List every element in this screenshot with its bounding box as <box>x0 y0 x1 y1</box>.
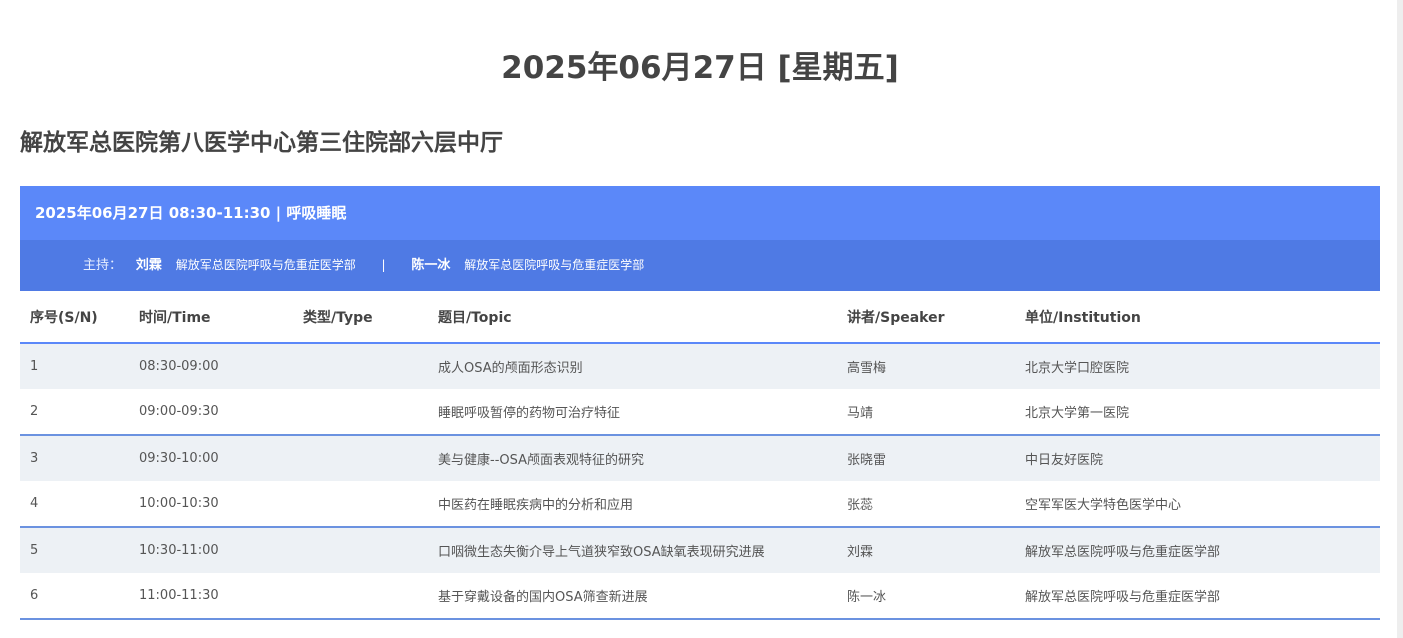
cell-time: 10:30-11:00 <box>129 527 293 573</box>
cell-topic: 美与健康--OSA颅面表观特征的研究 <box>428 435 837 481</box>
cell-speaker: 刘霖 <box>837 527 1015 573</box>
cell-institution: 解放军总医院呼吸与危重症医学部 <box>1015 527 1380 573</box>
host-institution: 解放军总医院呼吸与危重症医学部 <box>464 258 645 272</box>
table-row: 1 08:30-09:00 成人OSA的颅面形态识别 高雪梅 北京大学口腔医院 <box>20 343 1380 389</box>
cell-speaker: 张蕊 <box>837 481 1015 528</box>
cell-time: 10:00-10:30 <box>129 481 293 528</box>
page-scrollbar[interactable] <box>1397 0 1403 638</box>
cell-time: 08:30-09:00 <box>129 343 293 389</box>
cell-speaker: 张晓雷 <box>837 435 1015 481</box>
column-header-time: 时间/Time <box>129 291 293 344</box>
column-header-speaker: 讲者/Speaker <box>837 291 1015 344</box>
agenda-table: 序号(S/N) 时间/Time 类型/Type 题目/Topic 讲者/Spea… <box>20 291 1380 620</box>
cell-topic: 睡眠呼吸暂停的药物可治疗特征 <box>428 389 837 436</box>
cell-institution: 解放军总医院呼吸与危重症医学部 <box>1015 573 1380 620</box>
cell-topic: 口咽微生态失衡介导上气道狭窄致OSA缺氧表现研究进展 <box>428 527 837 573</box>
cell-sn: 4 <box>20 481 129 528</box>
cell-institution: 中日友好医院 <box>1015 435 1380 481</box>
cell-sn: 6 <box>20 573 129 620</box>
cell-topic: 成人OSA的颅面形态识别 <box>428 343 837 389</box>
cell-type <box>293 573 428 620</box>
table-row: 4 10:00-10:30 中医药在睡眠疾病中的分析和应用 张蕊 空军军医大学特… <box>20 481 1380 528</box>
column-header-institution: 单位/Institution <box>1015 291 1380 344</box>
cell-speaker: 高雪梅 <box>837 343 1015 389</box>
table-row: 6 11:00-11:30 基于穿戴设备的国内OSA筛查新进展 陈一冰 解放军总… <box>20 573 1380 620</box>
cell-institution: 空军军医大学特色医学中心 <box>1015 481 1380 528</box>
cell-institution: 北京大学口腔医院 <box>1015 343 1380 389</box>
host-separator: | <box>381 258 386 272</box>
cell-type <box>293 389 428 436</box>
column-header-topic: 题目/Topic <box>428 291 837 344</box>
host-name: 陈一冰 <box>411 258 451 273</box>
session-hosts: 主持： 刘霖 解放军总医院呼吸与危重症医学部 | 陈一冰 解放军总医院呼吸与危重… <box>20 240 1380 291</box>
column-header-sn: 序号(S/N) <box>20 291 129 344</box>
cell-sn: 2 <box>20 389 129 436</box>
cell-speaker: 陈一冰 <box>837 573 1015 620</box>
host-name: 刘霖 <box>135 258 162 273</box>
cell-topic: 基于穿戴设备的国内OSA筛查新进展 <box>428 573 837 620</box>
cell-time: 09:30-10:00 <box>129 435 293 481</box>
date-title: 2025年06月27日 [星期五] <box>501 50 899 86</box>
session-header: 2025年06月27日 08:30-11:30 | 呼吸睡眠 <box>20 186 1380 240</box>
venue-title: 解放军总医院第八医学中心第三住院部六层中厅 <box>20 130 503 156</box>
cell-sn: 1 <box>20 343 129 389</box>
table-header-row: 序号(S/N) 时间/Time 类型/Type 题目/Topic 讲者/Spea… <box>20 291 1380 344</box>
cell-type <box>293 481 428 528</box>
cell-topic: 中医药在睡眠疾病中的分析和应用 <box>428 481 837 528</box>
table-row: 3 09:30-10:00 美与健康--OSA颅面表观特征的研究 张晓雷 中日友… <box>20 435 1380 481</box>
host-label: 主持： <box>83 258 123 273</box>
cell-speaker: 马靖 <box>837 389 1015 436</box>
host-institution: 解放军总医院呼吸与危重症医学部 <box>175 258 356 272</box>
cell-institution: 北京大学第一医院 <box>1015 389 1380 436</box>
cell-time: 09:00-09:30 <box>129 389 293 436</box>
table-row: 5 10:30-11:00 口咽微生态失衡介导上气道狭窄致OSA缺氧表现研究进展… <box>20 527 1380 573</box>
cell-sn: 3 <box>20 435 129 481</box>
cell-sn: 5 <box>20 527 129 573</box>
cell-type <box>293 527 428 573</box>
table-row: 2 09:00-09:30 睡眠呼吸暂停的药物可治疗特征 马靖 北京大学第一医院 <box>20 389 1380 436</box>
cell-type <box>293 343 428 389</box>
cell-type <box>293 435 428 481</box>
column-header-type: 类型/Type <box>293 291 428 344</box>
cell-time: 11:00-11:30 <box>129 573 293 620</box>
